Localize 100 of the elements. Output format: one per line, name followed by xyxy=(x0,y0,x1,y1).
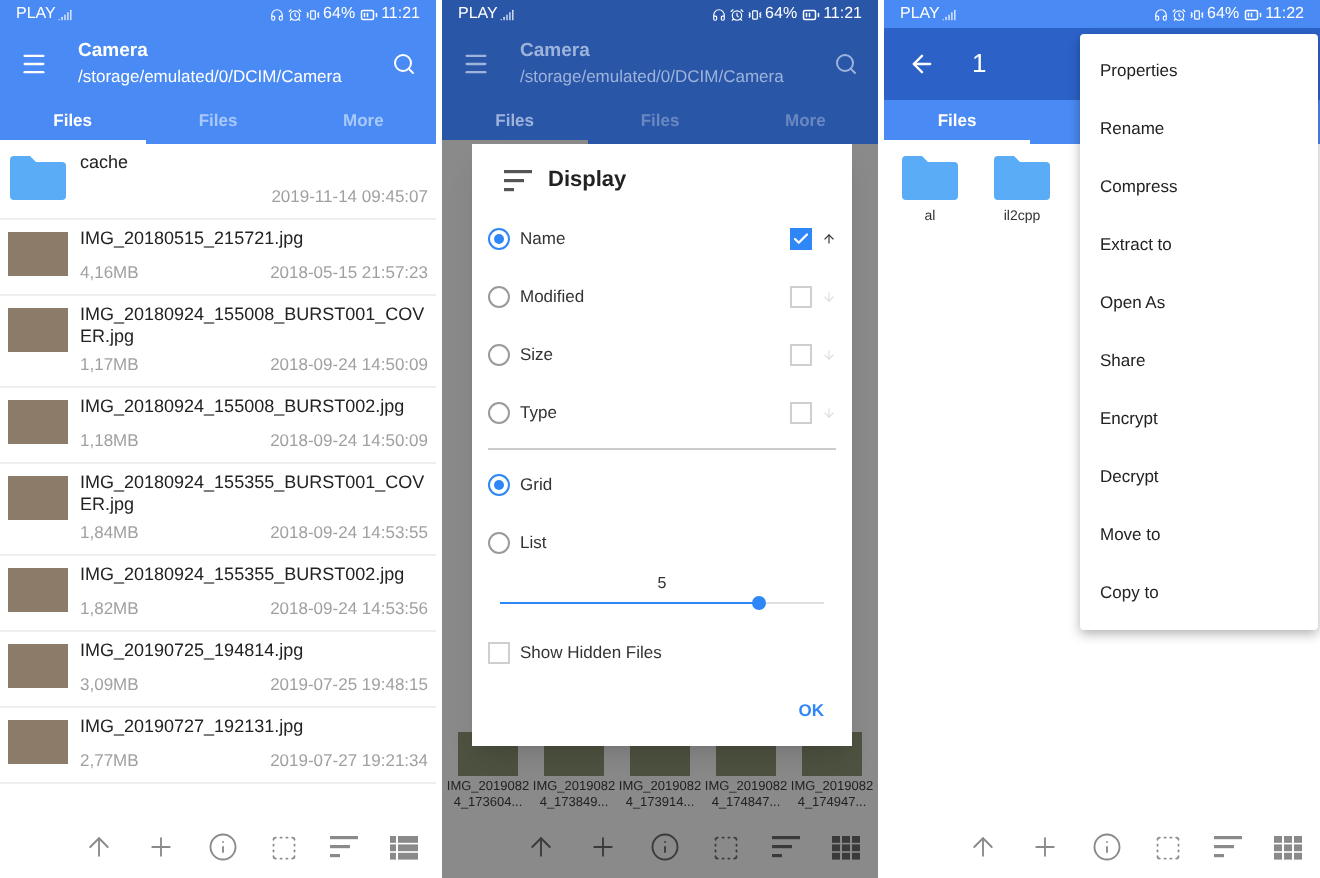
vibrate-icon xyxy=(747,7,762,21)
folder-icon xyxy=(902,156,958,200)
radio-button[interactable] xyxy=(488,473,510,495)
grid-view-icon[interactable] xyxy=(832,835,860,859)
file-row[interactable]: IMG_20180924_155008_BURST001_COVER.jpg 1,17MB 2018-09-24 14:50:09 xyxy=(0,296,436,388)
folder-icon xyxy=(994,156,1050,200)
folder-path: /storage/emulated/0/DCIM/Camera xyxy=(78,64,344,88)
radio-button[interactable] xyxy=(488,227,510,249)
file-row[interactable]: IMG_20180924_155008_BURST002.jpg 1,18MB 2018-09-24 14:50:09 xyxy=(0,387,436,464)
folder-path: /storage/emulated/0/DCIM/Camera xyxy=(520,64,786,88)
info-icon[interactable] xyxy=(650,832,680,862)
file-row[interactable]: IMG_20180924_155355_BURST002.jpg 1,82MB 2018-09-24 14:53:56 xyxy=(0,555,436,631)
view-option-label[interactable]: Grid xyxy=(520,471,553,497)
file-row[interactable]: IMG_20190727_192131.jpg 2,77MB 2019-07-27 19:21:34 xyxy=(0,707,436,783)
checkbox[interactable] xyxy=(790,401,812,423)
file-row[interactable]: IMG_20190725_194814.jpg 3,09MB 2019-07-25 19:48:15 xyxy=(0,631,436,707)
menu-item[interactable]: Properties xyxy=(1080,42,1318,100)
search-icon[interactable] xyxy=(392,52,416,76)
file-size: 1,84MB xyxy=(80,519,139,545)
select-icon[interactable] xyxy=(1154,833,1182,861)
descending-icon xyxy=(822,347,836,361)
back-icon[interactable] xyxy=(908,50,936,78)
checkbox[interactable] xyxy=(790,343,812,365)
file-date: 2019-07-27 19:21:34 xyxy=(270,747,428,773)
checkbox-label[interactable]: Show Hidden Files xyxy=(520,639,662,665)
radio-button[interactable] xyxy=(488,285,510,307)
photo-placeholder xyxy=(8,232,68,276)
file-name: IMG_20190725_194814.jpg xyxy=(80,639,306,661)
sort-icon[interactable] xyxy=(772,836,800,858)
menu-item[interactable]: Move to xyxy=(1080,506,1318,564)
menu-icon[interactable] xyxy=(462,50,490,78)
sort-option-label[interactable]: Name xyxy=(520,225,780,251)
file-name: cache xyxy=(80,152,131,174)
battery-percent: 64% xyxy=(323,2,356,26)
sort-option-label[interactable]: Type xyxy=(520,399,780,425)
photo-placeholder xyxy=(8,475,68,520)
file-size: 1,18MB xyxy=(80,428,139,454)
descending-icon xyxy=(822,405,836,419)
slider-thumb[interactable] xyxy=(752,596,767,610)
sort-option-label[interactable]: Modified xyxy=(520,283,780,309)
menu-icon[interactable] xyxy=(20,50,48,78)
file-date: 2018-09-24 14:50:09 xyxy=(270,352,428,378)
checkbox[interactable] xyxy=(488,641,510,663)
photo-placeholder xyxy=(8,308,68,352)
ok-button[interactable]: OK xyxy=(786,689,836,731)
menu-item[interactable]: Encrypt xyxy=(1080,390,1318,448)
carrier-label: PLAY xyxy=(16,2,56,26)
file-name: IMG_20180924_155355_BURST002.jpg xyxy=(80,563,407,585)
alarm-icon xyxy=(729,7,744,21)
menu-item[interactable]: Compress xyxy=(1080,158,1318,216)
menu-item[interactable]: Decrypt xyxy=(1080,448,1318,506)
menu-item[interactable]: Rename xyxy=(1080,100,1318,158)
checkbox[interactable] xyxy=(790,285,812,307)
vibrate-icon xyxy=(305,7,320,21)
file-size: 1,82MB xyxy=(80,595,139,621)
file-size: 4,16MB xyxy=(80,260,139,286)
add-icon[interactable] xyxy=(146,832,176,862)
add-icon[interactable] xyxy=(1030,832,1060,862)
view-option-label[interactable]: List xyxy=(520,529,547,555)
clock: 11:21 xyxy=(381,2,420,26)
file-date: 2019-11-14 09:45:07 xyxy=(271,184,428,210)
photo-placeholder xyxy=(8,719,68,763)
file-date: 2018-09-24 14:50:09 xyxy=(270,428,428,454)
sort-icon[interactable] xyxy=(504,169,532,192)
vibrate-icon xyxy=(1189,7,1204,21)
menu-item[interactable]: Copy to xyxy=(1080,564,1318,622)
file-date: 2019-07-25 19:48:15 xyxy=(270,671,428,697)
sort-option-label[interactable]: Size xyxy=(520,341,780,367)
signal-icon xyxy=(941,7,956,21)
select-icon[interactable] xyxy=(270,833,298,861)
menu-item[interactable]: Share xyxy=(1080,332,1318,390)
clock: 11:22 xyxy=(1265,2,1304,26)
list-view-icon[interactable] xyxy=(390,835,418,859)
file-name: IMG_20190727_192131.jpg xyxy=(80,715,306,737)
column-slider[interactable] xyxy=(500,595,824,611)
sort-icon[interactable] xyxy=(330,836,358,858)
search-icon[interactable] xyxy=(834,52,858,76)
file-row[interactable]: cache 2019-11-14 09:45:07 xyxy=(0,144,436,220)
menu-item[interactable]: Extract to xyxy=(1080,216,1318,274)
checkbox[interactable] xyxy=(790,227,812,249)
info-icon[interactable] xyxy=(1092,832,1122,862)
selection-count: 1 xyxy=(972,46,987,83)
select-icon[interactable] xyxy=(712,833,740,861)
radio-button[interactable] xyxy=(488,343,510,365)
radio-button[interactable] xyxy=(488,531,510,553)
headphones-icon xyxy=(269,7,284,21)
grid-view-icon[interactable] xyxy=(1274,835,1302,859)
file-name: IMG_20180924_155008_BURST002.jpg xyxy=(80,395,407,418)
photo-placeholder xyxy=(8,567,68,611)
sort-icon[interactable] xyxy=(1214,836,1242,858)
menu-item[interactable]: Open As xyxy=(1080,274,1318,332)
photo-placeholder xyxy=(8,399,68,444)
file-row[interactable]: IMG_20180515_215721.jpg 4,16MB 2018-05-15 21:57:23 xyxy=(0,220,436,296)
file-row[interactable]: IMG_20180924_155355_BURST001_COVER.jpg 1,84MB 2018-09-24 14:53:55 xyxy=(0,463,436,555)
add-icon[interactable] xyxy=(588,832,618,862)
info-icon[interactable] xyxy=(208,832,238,862)
radio-button[interactable] xyxy=(488,401,510,423)
folder-title: Camera xyxy=(78,40,150,64)
descending-icon xyxy=(822,289,836,303)
file-size: 2,77MB xyxy=(80,747,139,773)
